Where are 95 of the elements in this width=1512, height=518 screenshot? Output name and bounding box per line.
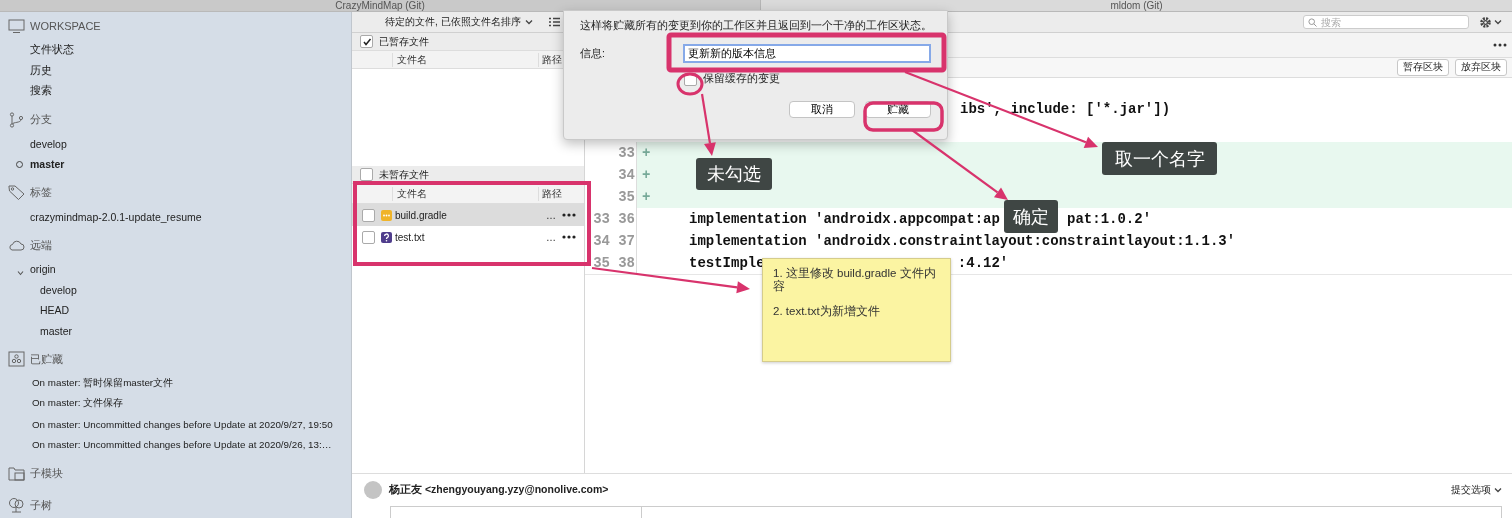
sidebar-item[interactable]: On master: Uncommitted changes before Update at 2020/9/26, 13:… (32, 439, 332, 451)
sidebar-item[interactable]: On master: Uncommitted changes before Update at 2020/9/27, 19:50 (32, 418, 333, 430)
file-path: … (546, 231, 556, 243)
added-marker: + (642, 144, 651, 163)
section-title: 未暂存文件 (379, 167, 429, 182)
code-line: pat:1.0.2' (1067, 210, 1152, 229)
sidebar-item[interactable]: origin (30, 263, 56, 276)
line-number: 33 (592, 210, 611, 229)
code-line: ibs', include: ['*.jar']) (960, 101, 1171, 117)
search-icon (1308, 17, 1317, 27)
sidebar-item[interactable]: On master: 文件保存 (32, 397, 124, 411)
file-name: build.gradle (395, 209, 447, 221)
column-header[interactable]: 路径 (538, 52, 562, 67)
more-icon[interactable] (562, 213, 576, 217)
column-header[interactable]: 文件名 (392, 52, 427, 67)
folder-icon (8, 465, 25, 481)
code-line: testImple (689, 255, 765, 271)
code-line: :4.12' (957, 254, 1009, 273)
line-number: 33 (617, 144, 636, 163)
section-header: 分支 (30, 112, 52, 127)
commit-options-menu[interactable]: 提交选项 (1451, 483, 1502, 497)
chevron-down-icon (524, 19, 533, 25)
checkbox[interactable] (362, 208, 375, 222)
branch-icon (9, 111, 24, 128)
note-text: 1. 这里修改 build.gradle 文件内容 (773, 267, 937, 293)
sidebar-item[interactable]: 历史 (30, 63, 52, 78)
sidebar-item[interactable]: HEAD (40, 304, 70, 317)
hunk-button[interactable]: 放弃区块 (1455, 59, 1507, 76)
sidebar-item[interactable]: 文件状态 (30, 43, 74, 58)
checkbox-label: 保留缓存的变更 (703, 72, 780, 86)
search-field[interactable]: 搜索 (1303, 15, 1469, 29)
window-tab[interactable]: CrazyMindMap (Git) (0, 0, 760, 11)
question-file-icon (381, 231, 392, 243)
added-marker: + (642, 166, 651, 185)
line-number: 36 (617, 210, 636, 229)
sidebar-item[interactable]: crazymindmap-2.0.1-update_resume (30, 210, 202, 223)
more-icon[interactable] (1493, 43, 1507, 47)
chevron-down-icon (1494, 487, 1502, 493)
code-line: implementation 'androidx.appcompat:ap (689, 211, 1000, 227)
annotation-arrow (700, 93, 716, 156)
line-number: 38 (617, 254, 636, 273)
line-number: 34 (592, 232, 611, 251)
code-line: implementation 'androidx.constraintlayout:constraintlayout:1.1.3' (689, 233, 1236, 249)
author-name: 杨正友 <zhengyouyang.yzy@nonolive.com> (389, 483, 609, 497)
callout-label: 取一个名字 (1102, 142, 1217, 175)
sidebar-item[interactable]: 搜索 (30, 84, 52, 99)
chevron-down-icon (1494, 19, 1502, 25)
section-header: 远端 (30, 237, 52, 253)
column-header[interactable]: 路径 (538, 186, 562, 201)
line-number: 34 (617, 166, 636, 185)
added-marker: + (642, 188, 651, 207)
sort-menu[interactable]: 待定的文件, 已依照文件名排序 (385, 15, 533, 29)
file-name: test.txt (395, 231, 425, 243)
sidebar-item[interactable]: master (40, 324, 73, 337)
line-number: 35 (592, 254, 611, 273)
checkbox[interactable] (360, 168, 373, 181)
note-text: 2. text.txt为新增文件 (773, 305, 881, 318)
sidebar-item[interactable]: master (30, 158, 65, 171)
modified-file-icon (381, 209, 392, 221)
callout-label: 确定 (1004, 200, 1058, 233)
callout-label: 未勾选 (696, 158, 772, 190)
window-tab[interactable]: mldom (Git) (760, 0, 1512, 11)
file-path: … (546, 209, 556, 221)
section-header: WORKSPACE (30, 20, 101, 32)
tree-icon (8, 497, 25, 513)
stash-box-icon (8, 351, 25, 367)
dialog-message: 这样将贮藏所有的变更到你的工作区并且返回到一个干净的工作区状态。 (580, 19, 931, 33)
line-number: 35 (617, 188, 636, 207)
dialog-button[interactable]: 取消 (789, 101, 855, 118)
sidebar-item[interactable]: develop (30, 137, 67, 150)
checkbox[interactable] (360, 35, 373, 48)
avatar (364, 481, 382, 499)
message-input[interactable]: 更新新的版本信息 (683, 44, 931, 63)
hunk-button[interactable]: 暂存区块 (1397, 59, 1449, 76)
tag-icon (8, 185, 25, 200)
field-label: 信息: (580, 46, 606, 61)
message-field[interactable] (642, 506, 1502, 518)
line-number: 37 (617, 232, 636, 251)
monitor-icon (8, 18, 25, 34)
section-header: 子树 (30, 497, 52, 513)
settings-icon[interactable] (1479, 15, 1492, 29)
file-row[interactable]: test.txt … (352, 226, 584, 248)
checkbox[interactable] (362, 230, 375, 244)
list-view-icon[interactable] (548, 17, 560, 27)
more-icon[interactable] (562, 235, 576, 239)
highlight-ellipse (676, 72, 704, 96)
sidebar-item[interactable]: develop (40, 283, 77, 296)
file-row[interactable]: build.gradle … (352, 204, 584, 226)
cloud-icon (8, 239, 25, 251)
section-header: 已贮藏 (30, 351, 63, 367)
section-title: 已暂存文件 (379, 34, 429, 49)
sidebar-item[interactable]: On master: 暂时保留master文件 (32, 376, 174, 390)
section-header: 标签 (30, 185, 52, 200)
column-header[interactable]: 文件名 (392, 186, 427, 201)
section-header: 子模块 (30, 465, 63, 481)
